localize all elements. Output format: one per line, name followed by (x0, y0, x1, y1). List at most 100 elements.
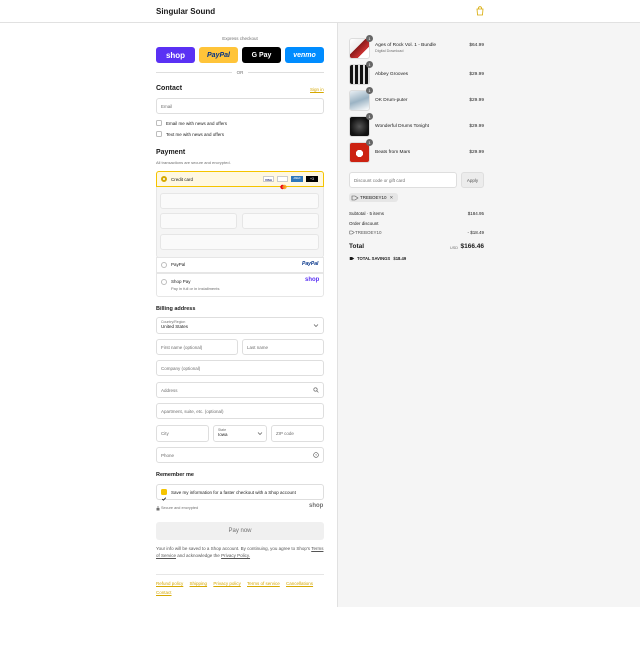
product-name: Beats from Mars (375, 150, 411, 155)
contact-link[interactable]: Contact (156, 590, 172, 595)
first-name-field[interactable]: First name (optional) (156, 339, 238, 355)
product-price: $29.99 (469, 150, 484, 155)
paypal-logo: PayPal (302, 261, 319, 267)
remove-discount-icon[interactable]: ✕ (390, 195, 394, 201)
email-news-label: Email me with news and offers (166, 121, 227, 126)
order-discount-label: Order discount (349, 221, 379, 226)
company-field[interactable]: Company (optional) (156, 360, 324, 376)
visa-icon: VISA (263, 176, 274, 182)
apartment-field[interactable]: Apartment, suite, etc. (optional) (156, 403, 324, 419)
mastercard-icon (277, 176, 288, 190)
text-news-checkbox[interactable] (156, 131, 162, 137)
zip-field[interactable]: ZIP code (271, 425, 324, 442)
secure-label: Secure and encrypted (161, 506, 199, 510)
subtotal-label: Subtotal · 5 items (349, 211, 385, 216)
venmo-express-button[interactable]: venmo (285, 47, 324, 63)
footer-links: Refund policy Shipping Privacy policy Te… (156, 579, 324, 597)
disclaimer-text-2: and acknowledge the (177, 553, 220, 558)
total-label: Total (349, 243, 365, 250)
quantity-badge: 1 (366, 35, 373, 42)
tag-icon (349, 257, 355, 260)
name-on-card-field[interactable] (160, 234, 319, 250)
remember-checkbox[interactable] (161, 489, 167, 501)
product-price: $29.99 (469, 98, 484, 103)
terms-of-service-link[interactable]: Terms of service (247, 581, 280, 586)
product-name: Abbey Grooves (375, 72, 409, 77)
total-value: $166.46 (460, 243, 485, 250)
expiration-field[interactable] (160, 213, 237, 229)
product-name: OK Drum-puter (375, 98, 408, 103)
order-summary-panel (337, 23, 640, 607)
quantity-badge: 1 (366, 87, 373, 94)
store-name[interactable]: Singular Sound (156, 7, 215, 16)
shop-pay-option[interactable] (156, 273, 324, 297)
country-select[interactable]: Country/Region United States (156, 317, 324, 334)
remember-title: Remember me (156, 472, 194, 478)
pay-now-button[interactable]: Pay now (156, 522, 324, 540)
total-savings: TOTAL SAVINGS $18.49 (357, 256, 406, 261)
disclaimer-text-1: Your info will be saved to a Shop accoun… (156, 546, 311, 551)
product-price: $29.99 (469, 72, 484, 77)
privacy-link[interactable]: Privacy Policy. (221, 553, 250, 558)
chevron-down-icon (257, 432, 263, 435)
header: Singular Sound (0, 0, 640, 23)
total-savings-label: TOTAL SAVINGS (357, 256, 391, 261)
or-divider: OR (236, 69, 244, 75)
text-news-label: Text me with news and offers (166, 132, 224, 137)
sign-in-link[interactable]: Sign in (310, 87, 324, 92)
shop-logo: shop (305, 277, 320, 283)
shop-pay-express-button[interactable]: shop (156, 47, 195, 63)
disclaimer: Your info will be saved to a Shop accoun… (156, 545, 324, 559)
shop-pay-label: Shop Pay (171, 279, 191, 284)
product-name: Ages of Rock Vol. 1 - Bundle (375, 43, 437, 48)
credit-card-radio[interactable] (161, 176, 167, 182)
shopping-bag-icon[interactable] (475, 6, 485, 16)
country-value: United States (161, 324, 189, 329)
divider-left (156, 72, 232, 73)
help-circle-icon[interactable]: ? (313, 452, 319, 458)
discount-code-field[interactable]: Discount code or gift card (349, 172, 457, 188)
quantity-badge: 1 (366, 139, 373, 146)
chevron-down-icon (313, 324, 319, 327)
total-savings-value: $18.49 (393, 256, 407, 261)
svg-text:?: ? (315, 453, 317, 457)
contact-title: Contact (156, 85, 183, 92)
apply-button[interactable]: Apply (461, 172, 484, 188)
discount-value: - $18.49 (467, 230, 484, 235)
amex-icon: AMEX (291, 176, 303, 182)
shop-pay-sublabel: Pay in full or in installments (171, 286, 220, 291)
payment-title: Payment (156, 149, 186, 156)
product-price: $64.99 (469, 43, 484, 48)
shipping-link[interactable]: Shipping (190, 581, 208, 586)
product-name: Wonderful Drums Tonight (375, 124, 429, 129)
quantity-badge: 1 (366, 61, 373, 68)
shop-logo-small: shop (309, 503, 324, 509)
last-name-field[interactable]: Last name (242, 339, 324, 355)
shop-pay-radio[interactable] (161, 279, 167, 285)
billing-title: Billing address (156, 306, 196, 312)
discount-tag-code: TREBOEY10 (360, 195, 387, 200)
card-number-field[interactable] (160, 193, 319, 209)
email-field[interactable]: Email (156, 98, 324, 114)
lock-icon (156, 506, 160, 511)
checkmark-icon (161, 497, 167, 501)
paypal-label: PayPal (171, 262, 186, 267)
gpay-express-button[interactable]: G Pay (242, 47, 281, 63)
cancellations-link[interactable]: Cancellations (286, 581, 313, 586)
email-news-checkbox[interactable] (156, 120, 162, 126)
subtotal-value: $184.95 (467, 211, 484, 216)
tag-icon (351, 195, 359, 200)
discount-code-label: TREBOEY10 (355, 230, 382, 235)
city-field[interactable]: City (156, 425, 209, 442)
security-code-field[interactable] (242, 213, 319, 229)
paypal-radio[interactable] (161, 262, 167, 268)
credit-card-label: Credit card (171, 177, 194, 182)
payment-subtitle: All transactions are secure and encrypte… (156, 160, 231, 165)
quantity-badge: 1 (366, 113, 373, 120)
paypal-express-button[interactable]: PayPal (199, 47, 238, 63)
refund-policy-link[interactable]: Refund policy (156, 581, 183, 586)
phone-field[interactable]: Phone (156, 447, 324, 463)
remember-label: Save my information for a faster checkou… (171, 490, 296, 495)
address-field[interactable]: Address (156, 382, 324, 398)
privacy-policy-link[interactable]: Privacy policy (213, 581, 241, 586)
